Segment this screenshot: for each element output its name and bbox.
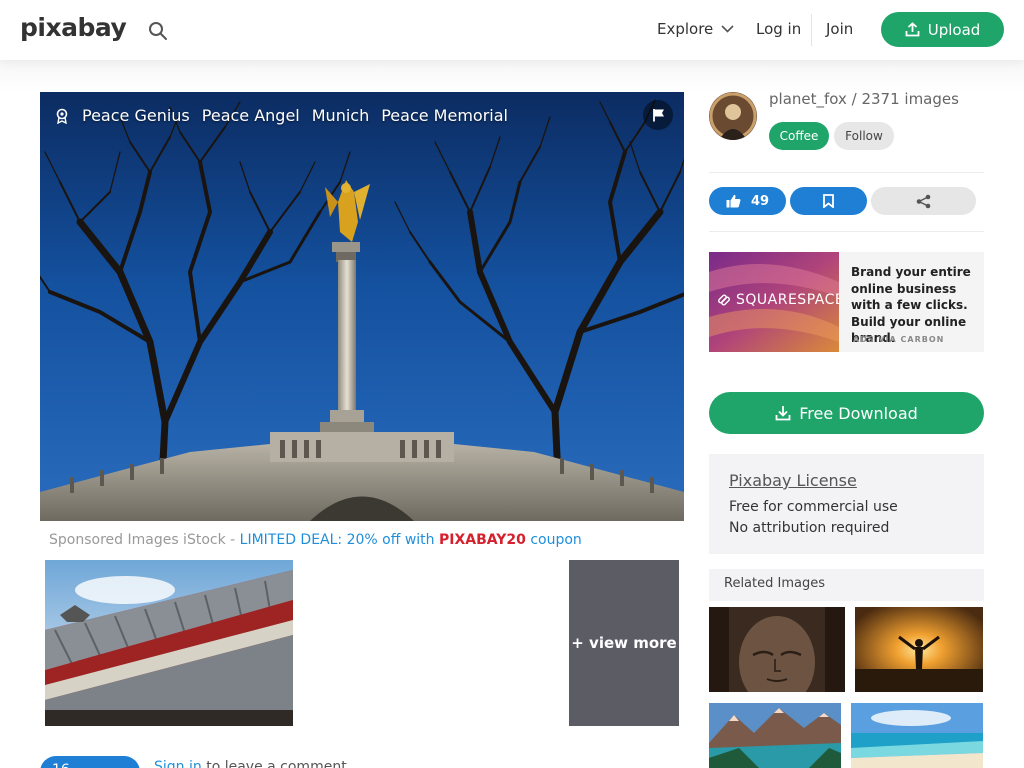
join-link[interactable]: Join (826, 20, 853, 38)
thumbs-up-icon (726, 194, 741, 208)
divider (709, 231, 984, 232)
tag-link[interactable]: Munich (312, 106, 369, 125)
like-button[interactable]: 49 (709, 187, 786, 215)
free-download-button[interactable]: Free Download (709, 392, 984, 434)
comments-button[interactable]: 16 comments (40, 756, 140, 768)
top-header: pixabay Explore Log in Join Upload (0, 0, 1024, 60)
sponsored-image[interactable] (45, 560, 293, 726)
tag-link[interactable]: Peace Genius (82, 106, 190, 125)
tag-link[interactable]: Peace Memorial (381, 106, 508, 125)
ad-brand: SQUARESPACE (717, 292, 839, 308)
coffee-button[interactable]: Coffee (769, 122, 829, 150)
login-link[interactable]: Log in (756, 20, 801, 38)
download-label: Free Download (799, 403, 918, 423)
roof-illustration (45, 560, 293, 726)
report-button[interactable] (643, 100, 673, 130)
ad-image[interactable]: SQUARESPACE (709, 252, 839, 352)
comment-prompt: Sign in to leave a comment (154, 759, 347, 768)
related-images-header: Related Images (709, 569, 984, 601)
bookmark-button[interactable] (790, 187, 867, 215)
coupon-code[interactable]: PIXABAY20 (439, 532, 526, 548)
main-photo[interactable]: Peace Genius Peace Angel Munich Peace Me… (40, 92, 684, 521)
author-avatar[interactable] (709, 92, 757, 140)
like-count: 49 (750, 193, 770, 209)
award-icon (56, 108, 68, 124)
explore-label: Explore (657, 20, 714, 38)
license-line: No attribution required (729, 520, 890, 536)
ad-via[interactable]: ADS VIA CARBON (853, 335, 944, 344)
follow-button[interactable]: Follow (834, 122, 894, 150)
header-shadow-band (0, 60, 1024, 92)
sponsored-banner: Sponsored Images iStock - LIMITED DEAL: … (49, 532, 582, 548)
download-icon (775, 406, 791, 421)
related-image-thumb[interactable] (855, 607, 983, 692)
tag-link[interactable]: Peace Angel (202, 106, 300, 125)
nav-divider (811, 14, 812, 46)
upload-label: Upload (927, 20, 981, 39)
license-line: Free for commercial use (729, 499, 898, 515)
ad-brand-name: SQUARESPACE (736, 292, 839, 308)
related-image-thumb[interactable] (851, 703, 983, 768)
explore-menu[interactable]: Explore (657, 20, 734, 38)
bookmark-icon (823, 194, 834, 208)
search-icon[interactable] (148, 21, 168, 41)
carbon-ad[interactable]: SQUARESPACE Brand your entire online bus… (709, 252, 984, 352)
pixabay-logo[interactable]: pixabay (20, 13, 127, 42)
flag-icon (652, 109, 664, 122)
photo-tags: Peace Genius Peace Angel Munich Peace Me… (54, 106, 508, 125)
share-icon (916, 194, 931, 208)
upload-button[interactable]: Upload (881, 12, 1004, 47)
sponsored-prefix: Sponsored Images iStock - (49, 532, 240, 548)
upload-icon (905, 22, 920, 37)
view-more-button[interactable]: + view more (569, 560, 679, 726)
chevron-down-icon (721, 25, 734, 33)
author-name[interactable]: planet_fox / 2371 images (769, 90, 959, 108)
related-image-thumb[interactable] (709, 703, 841, 768)
photo-illustration (40, 92, 684, 521)
sign-in-suffix: to leave a comment (201, 759, 347, 768)
divider (709, 172, 984, 173)
sign-in-link[interactable]: Sign in (154, 759, 202, 768)
coupon-suffix[interactable]: coupon (526, 532, 581, 548)
related-image-thumb[interactable] (709, 607, 845, 692)
squarespace-logo-icon (718, 294, 730, 306)
license-link[interactable]: Pixabay License (729, 471, 857, 490)
license-box: Pixabay License Free for commercial use … (709, 454, 984, 554)
share-button[interactable] (871, 187, 976, 215)
deal-link[interactable]: LIMITED DEAL: 20% off with (240, 532, 439, 548)
